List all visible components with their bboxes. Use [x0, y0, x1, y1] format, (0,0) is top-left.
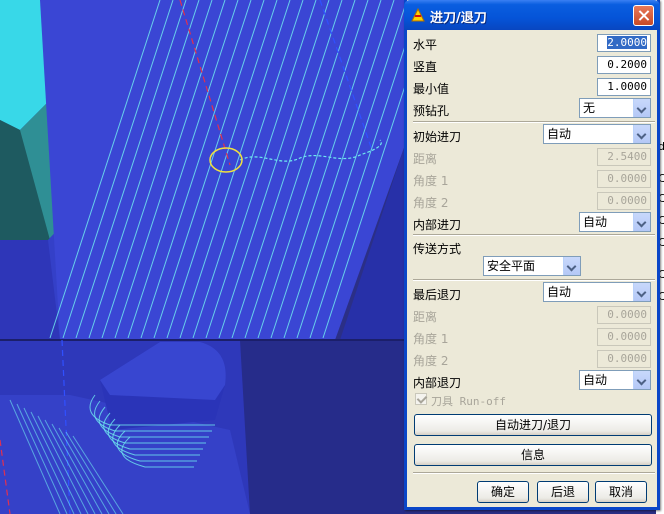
out-angle2-label: 角度 2: [413, 354, 449, 368]
out-distance-input: 0.0000: [597, 306, 651, 324]
chevron-down-icon: [633, 283, 650, 301]
guide-line: [0, 439, 11, 514]
toolpath-loop: [89, 394, 215, 426]
in-angle2-input: 0.0000: [597, 192, 651, 210]
chevron-down-icon: [563, 257, 580, 275]
divider: [413, 234, 655, 236]
dialog-titlebar[interactable]: 进刀/退刀: [404, 0, 660, 30]
horizontal-input[interactable]: 2.0000: [597, 34, 651, 52]
in-angle1-input: 0.0000: [597, 170, 651, 188]
toolpath-line: [9, 399, 61, 514]
in-distance-input: 2.5400: [597, 148, 651, 166]
divider: [413, 472, 655, 474]
initial-lead-in-label: 初始进刀: [413, 130, 462, 144]
lead-in-out-dialog: 进刀/退刀 水平 2.0000 竖直 0.2000 最小值 1.0000 预钻孔…: [404, 0, 660, 510]
in-distance-label: 距离: [413, 152, 438, 166]
guide-line: [319, 0, 373, 151]
minimum-input[interactable]: 1.0000: [597, 78, 651, 96]
internal-lead-in-select[interactable]: 自动: [579, 212, 651, 232]
transfer-label: 传送方式: [413, 242, 462, 256]
dialog-title: 进刀/退刀: [430, 11, 487, 26]
divider: [413, 279, 655, 281]
toolpath-loop: [121, 436, 194, 468]
vertical-input[interactable]: 0.2000: [597, 56, 651, 74]
internal-lead-out-select[interactable]: 自动: [579, 370, 651, 390]
out-distance-label: 距离: [413, 310, 438, 324]
out-angle1-input: 0.0000: [597, 328, 651, 346]
chevron-down-icon: [633, 99, 650, 117]
internal-lead-in-label: 内部进刀: [413, 218, 462, 232]
chevron-down-icon: [633, 371, 650, 389]
ok-button[interactable]: 确定: [477, 481, 529, 503]
info-button[interactable]: 信息: [414, 444, 652, 466]
final-lead-out-label: 最后退刀: [413, 288, 462, 302]
divider: [413, 121, 655, 123]
toolpath-loop: [98, 406, 209, 438]
back-button[interactable]: 后退: [537, 481, 589, 503]
predrill-label: 预钻孔: [413, 104, 450, 118]
tool-position-marker: [209, 147, 243, 173]
cancel-button[interactable]: 取消: [595, 481, 647, 503]
auto-lead-in-out-button[interactable]: 自动进刀/退刀: [414, 414, 652, 436]
tool-runoff-label: 刀具 Run-off: [431, 395, 506, 408]
vertical-label: 竖直: [413, 60, 438, 74]
internal-lead-out-label: 内部退刀: [413, 376, 462, 390]
in-angle1-label: 角度 1: [413, 174, 449, 188]
final-lead-out-select[interactable]: 自动: [543, 282, 651, 302]
close-button[interactable]: [633, 5, 654, 26]
chevron-down-icon: [633, 125, 650, 143]
out-angle1-label: 角度 1: [413, 332, 449, 346]
toolpath-loop: [94, 400, 212, 432]
predrill-select[interactable]: 无: [579, 98, 651, 118]
minimum-label: 最小值: [413, 82, 450, 96]
guide-line: [61, 339, 71, 514]
toolpath-loop: [116, 430, 197, 462]
in-angle2-label: 角度 2: [413, 196, 449, 210]
initial-lead-in-select[interactable]: 自动: [543, 124, 651, 144]
out-angle2-input: 0.0000: [597, 350, 651, 368]
chevron-down-icon: [633, 213, 650, 231]
transfer-select[interactable]: 安全平面: [483, 256, 581, 276]
horizontal-label: 水平: [413, 38, 438, 52]
app-icon: [411, 7, 425, 22]
tool-runoff-checkbox[interactable]: [415, 393, 427, 405]
toolpath-loop: [112, 424, 200, 456]
